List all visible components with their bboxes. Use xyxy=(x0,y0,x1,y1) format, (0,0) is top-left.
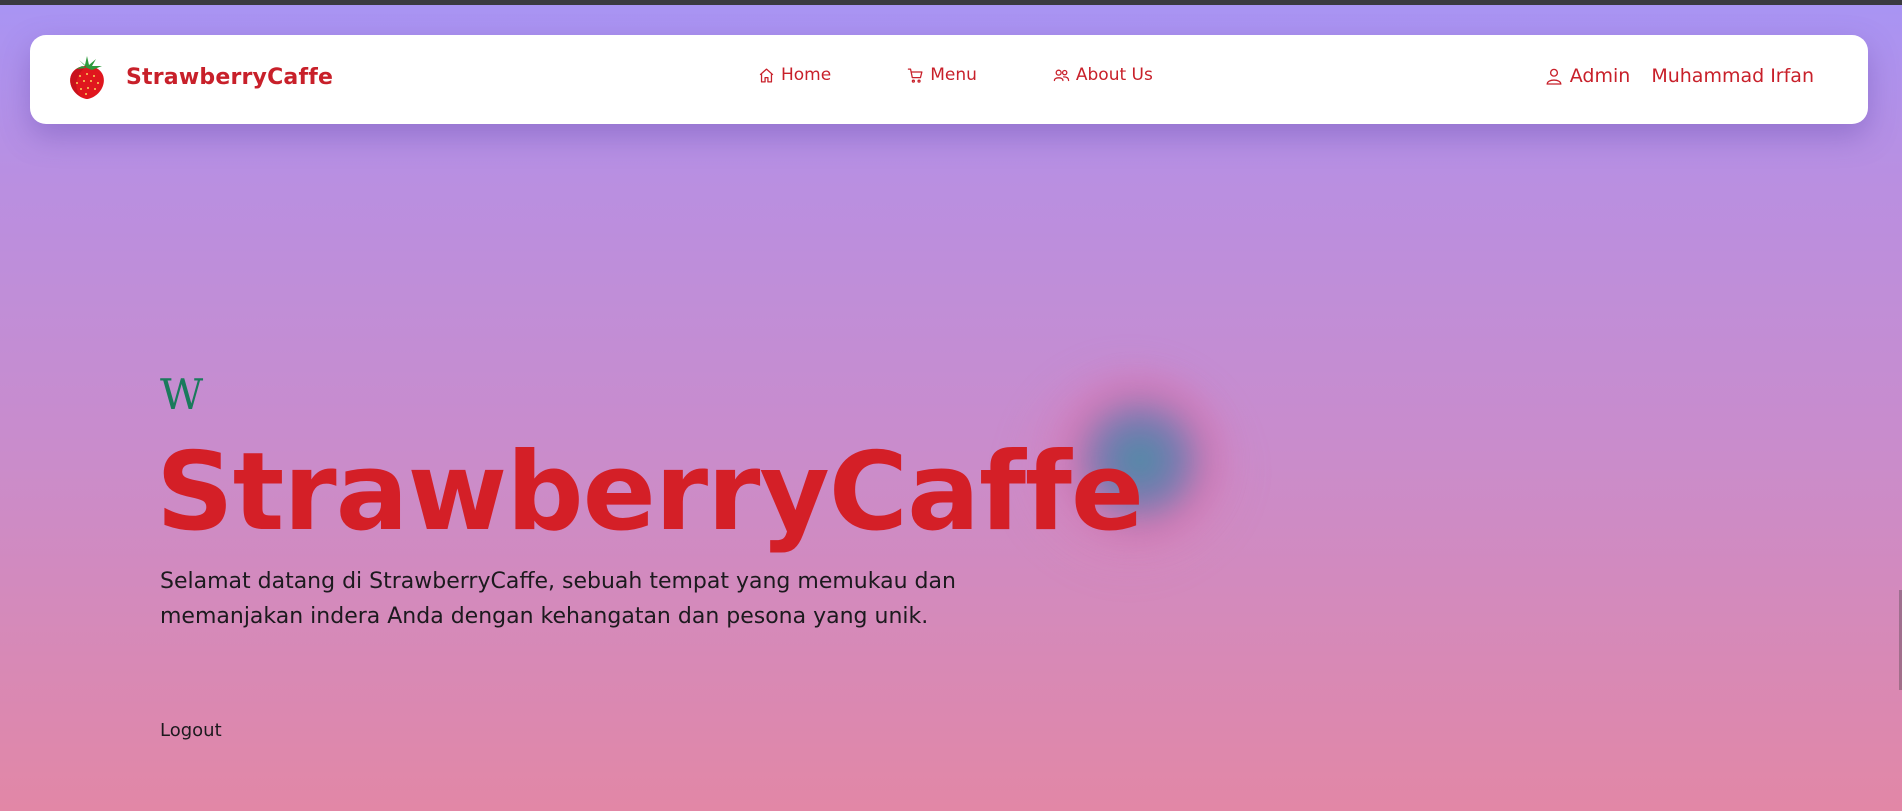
home-icon xyxy=(759,67,774,83)
admin-link[interactable]: Admin xyxy=(1545,65,1631,87)
nav-item-home[interactable]: Home xyxy=(758,65,831,85)
admin-label: Admin xyxy=(1569,65,1631,87)
hero-letter: W xyxy=(160,370,204,419)
nav-item-label: About Us xyxy=(1075,65,1153,85)
hero-description: Selamat datang di StrawberryCaffe, sebua… xyxy=(160,569,956,629)
nav-item-label: Menu xyxy=(930,65,977,85)
nav-item-menu[interactable]: Menu xyxy=(907,65,977,85)
users-icon xyxy=(1053,69,1070,81)
main-nav: Home Menu About Us xyxy=(758,65,1153,85)
brand[interactable]: StrawberryCaffe xyxy=(64,47,333,107)
user-name[interactable]: Muhammad Irfan xyxy=(1651,65,1814,87)
user-icon xyxy=(1546,68,1562,85)
cart-icon xyxy=(907,67,923,83)
strawberry-icon xyxy=(70,56,104,99)
nav-item-about-us[interactable]: About Us xyxy=(1053,65,1153,85)
browser-top-strip xyxy=(0,0,1902,5)
hero-title: StrawberryCaffe xyxy=(156,430,1144,555)
logout-link[interactable]: Logout xyxy=(160,720,222,741)
navbar: StrawberryCaffe Home Menu About Us Admin… xyxy=(30,35,1868,124)
brand-name: StrawberryCaffe xyxy=(126,64,334,90)
nav-item-label: Home xyxy=(781,65,832,85)
user-area: Admin Muhammad Irfan xyxy=(1545,65,1814,87)
